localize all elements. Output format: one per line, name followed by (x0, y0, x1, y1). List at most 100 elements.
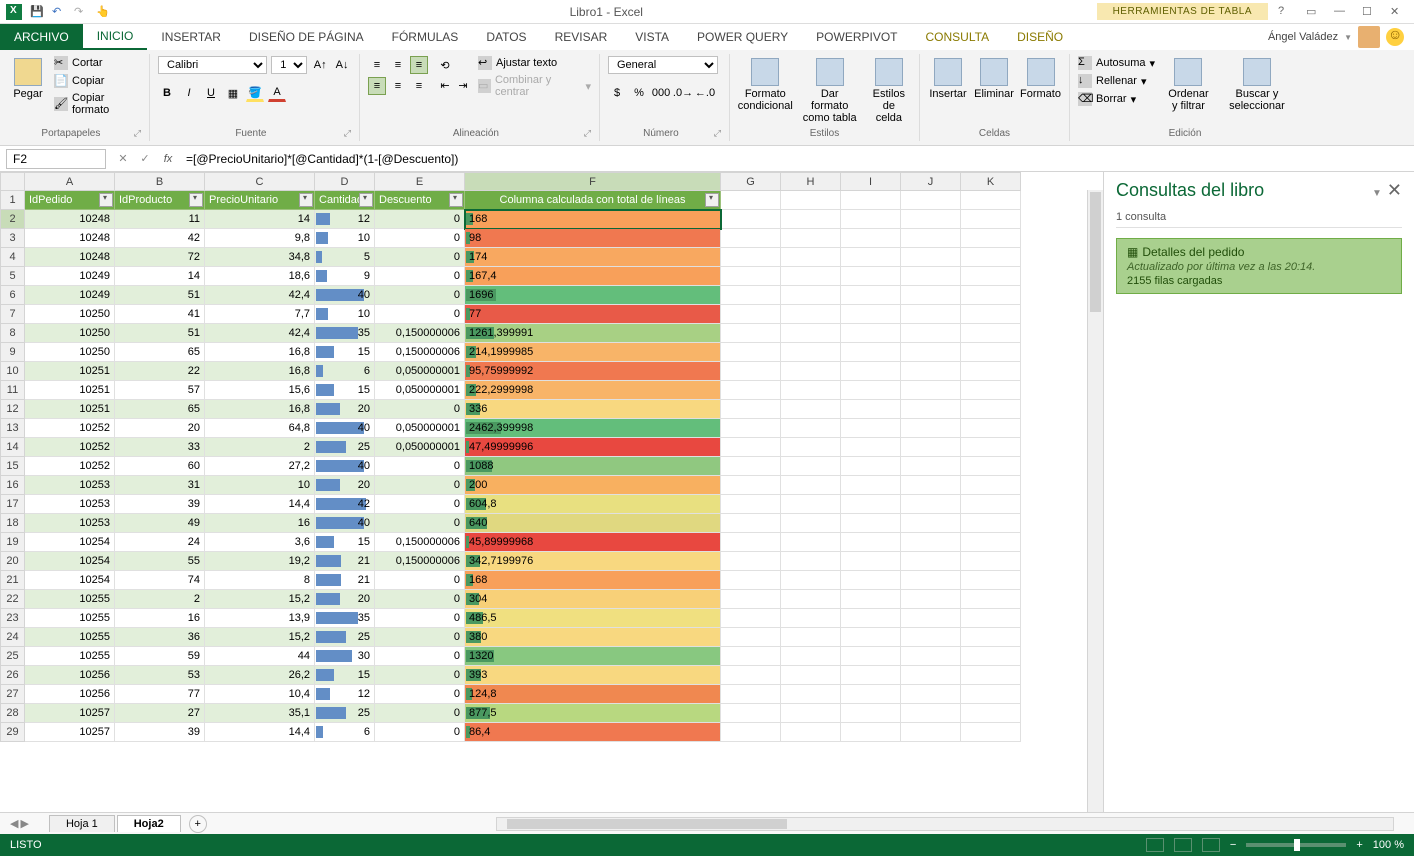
cell[interactable]: 25 (315, 704, 375, 723)
alignment-dialog-launcher[interactable]: ⤢ (584, 128, 591, 139)
cell[interactable]: 0 (375, 514, 465, 533)
cell[interactable]: 10255 (25, 647, 115, 666)
decrease-indent[interactable]: ⇤ (436, 76, 454, 94)
row-header[interactable]: 6 (1, 286, 25, 305)
row-header[interactable]: 16 (1, 476, 25, 495)
tab-vista[interactable]: VISTA (621, 24, 683, 50)
sheet-tab-hoja2[interactable]: Hoja2 (117, 815, 181, 832)
filter-icon[interactable] (359, 193, 373, 207)
row-header[interactable]: 17 (1, 495, 25, 514)
qat-redo-icon[interactable]: ↷ (74, 5, 88, 19)
queries-pane-dropdown-icon[interactable]: ▼ (1372, 188, 1382, 199)
bold-button[interactable]: B (158, 84, 176, 102)
row-header[interactable]: 15 (1, 457, 25, 476)
tab-diseño-de-página[interactable]: DISEÑO DE PÁGINA (235, 24, 378, 50)
cell[interactable]: 10255 (25, 590, 115, 609)
cell[interactable]: 380 (465, 628, 721, 647)
cell[interactable]: 0 (375, 609, 465, 628)
row-header[interactable]: 18 (1, 514, 25, 533)
cell[interactable]: 10250 (25, 305, 115, 324)
cell[interactable]: 21 (315, 571, 375, 590)
row-header[interactable]: 28 (1, 704, 25, 723)
enter-formula-icon[interactable]: ✓ (134, 152, 156, 165)
underline-button[interactable]: U (202, 84, 220, 102)
percent-button[interactable]: % (630, 84, 648, 102)
cell[interactable]: 1261,399991 (465, 324, 721, 343)
cell[interactable]: 77 (115, 685, 205, 704)
cell-styles-button[interactable]: Estilos de celda (867, 56, 911, 126)
cell[interactable]: 393 (465, 666, 721, 685)
cell[interactable]: 640 (465, 514, 721, 533)
cell[interactable]: 336 (465, 400, 721, 419)
font-dialog-launcher[interactable]: ⤢ (344, 128, 351, 139)
filter-icon[interactable] (449, 193, 463, 207)
tab-diseño[interactable]: DISEÑO (1003, 24, 1077, 50)
cell[interactable]: 36 (115, 628, 205, 647)
cell[interactable]: 0 (375, 267, 465, 286)
column-header-A[interactable]: A (25, 173, 115, 191)
cell[interactable]: 3,6 (205, 533, 315, 552)
cell[interactable]: 10257 (25, 704, 115, 723)
cell[interactable]: 0 (375, 210, 465, 229)
cell[interactable]: 214,1999985 (465, 343, 721, 362)
row-header[interactable]: 7 (1, 305, 25, 324)
page-break-view-icon[interactable] (1202, 838, 1220, 852)
zoom-slider[interactable] (1246, 843, 1346, 847)
cell[interactable]: 0 (375, 704, 465, 723)
queries-pane-close-icon[interactable]: ✕ (1387, 180, 1402, 200)
cell[interactable]: 8 (205, 571, 315, 590)
align-bottom-center[interactable]: ≡ (389, 77, 407, 95)
cell[interactable]: 1320 (465, 647, 721, 666)
comma-button[interactable]: 000 (652, 84, 670, 102)
cell[interactable]: 10255 (25, 609, 115, 628)
cell[interactable]: 0 (375, 647, 465, 666)
row-header[interactable]: 25 (1, 647, 25, 666)
cell[interactable]: 0 (375, 476, 465, 495)
cell[interactable]: 40 (315, 286, 375, 305)
cell[interactable]: 0 (375, 666, 465, 685)
cell[interactable]: 168 (465, 210, 721, 229)
cell[interactable]: 10 (205, 476, 315, 495)
cell[interactable]: 27,2 (205, 457, 315, 476)
fill-color-button[interactable]: 🪣 (246, 84, 264, 102)
cell[interactable]: 11 (115, 210, 205, 229)
currency-button[interactable]: $ (608, 84, 626, 102)
increase-indent[interactable]: ⇥ (454, 76, 472, 94)
cell[interactable]: 10251 (25, 381, 115, 400)
row-header[interactable]: 20 (1, 552, 25, 571)
filter-icon[interactable] (189, 193, 203, 207)
cell[interactable]: 10,4 (205, 685, 315, 704)
tab-consulta[interactable]: CONSULTA (912, 24, 1004, 50)
font-color-button[interactable]: A (268, 84, 286, 102)
column-header-D[interactable]: D (315, 173, 375, 191)
cell[interactable]: 10256 (25, 666, 115, 685)
cell[interactable]: 27 (115, 704, 205, 723)
cell[interactable]: 12 (315, 210, 375, 229)
cell[interactable]: 20 (315, 476, 375, 495)
cell[interactable]: 39 (115, 723, 205, 742)
cell[interactable]: 0 (375, 685, 465, 704)
maximize-button[interactable]: ☐ (1362, 5, 1376, 19)
formula-input[interactable] (180, 150, 1414, 168)
tab-insertar[interactable]: INSERTAR (147, 24, 235, 50)
cell[interactable]: 33 (115, 438, 205, 457)
cell[interactable]: 31 (115, 476, 205, 495)
cell[interactable]: 35 (315, 609, 375, 628)
cell[interactable]: 16,8 (205, 362, 315, 381)
row-header[interactable]: 4 (1, 248, 25, 267)
page-layout-view-icon[interactable] (1174, 838, 1192, 852)
cell[interactable]: 10248 (25, 248, 115, 267)
cell[interactable]: 15 (315, 666, 375, 685)
row-header[interactable]: 13 (1, 419, 25, 438)
cell[interactable]: 0,050000001 (375, 362, 465, 381)
name-box[interactable] (6, 149, 106, 169)
cell[interactable]: 64,8 (205, 419, 315, 438)
format-cells-button[interactable]: Formato (1020, 56, 1061, 102)
add-sheet-button[interactable]: + (189, 815, 207, 833)
cell[interactable]: 16 (205, 514, 315, 533)
cell[interactable]: 10253 (25, 495, 115, 514)
cell[interactable]: 51 (115, 286, 205, 305)
cell[interactable]: 174 (465, 248, 721, 267)
cell[interactable]: 65 (115, 343, 205, 362)
clipboard-dialog-launcher[interactable]: ⤢ (134, 128, 141, 139)
